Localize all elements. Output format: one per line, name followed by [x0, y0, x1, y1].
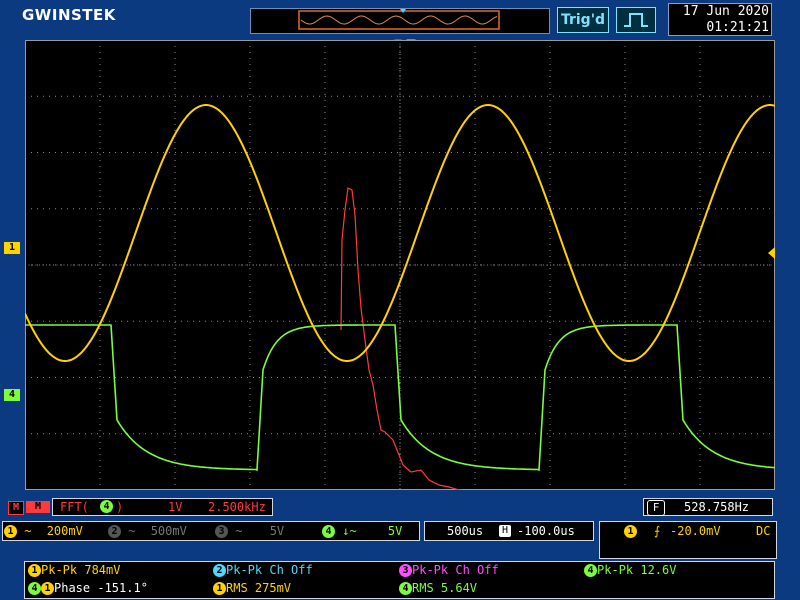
fft-scale: 1V: [168, 500, 183, 514]
graticule: [25, 40, 775, 490]
ch3-badge: 3: [215, 525, 228, 538]
ch2-badge: 2: [108, 525, 121, 538]
cursor-frequency-box[interactable]: F 528.758Hz: [643, 498, 773, 516]
fft-close: ): [116, 500, 124, 514]
ch2-scale: 500mV: [150, 524, 187, 538]
timebase-box[interactable]: 500us H -100.0us: [424, 521, 594, 541]
trigger-level: -20.0mV: [670, 524, 721, 538]
ch4-badge: 4: [322, 525, 335, 538]
ch4-coupling: ↓~: [342, 524, 357, 538]
measurement-ch3-pkpk[interactable]: 3 Pk-Pk Ch Off: [399, 563, 499, 577]
ch1-level-marker[interactable]: 1: [4, 242, 20, 254]
fft-source-badge: 4: [100, 500, 113, 513]
fft-span: 2.500kHz: [208, 500, 266, 514]
fft-trace: [340, 187, 463, 490]
ch2-status[interactable]: 2 ~ 500mV: [108, 522, 187, 540]
freq-cursor-badge: F: [647, 500, 665, 516]
math-marker: M: [26, 501, 50, 513]
date-time-display: 17 Jun 2020 01:21:21: [668, 3, 772, 36]
ch3-status[interactable]: 3 ~ 5V: [215, 522, 284, 540]
math-badge: M: [8, 501, 24, 515]
trigger-box[interactable]: 1 ⨍ -20.0mV DC: [599, 521, 777, 559]
cursor-frequency: 528.758Hz: [684, 500, 750, 514]
fft-info-bar[interactable]: M M FFT( 4 ) 1V 2.500kHz: [8, 498, 273, 516]
ch3-scale: 5V: [269, 524, 285, 538]
ch1-badge: 1: [4, 525, 17, 538]
horizontal-position-badge: H: [499, 525, 511, 537]
trigger-status: Trig'd: [557, 7, 609, 33]
trigger-level-marker-icon[interactable]: [767, 247, 776, 259]
overview-waveform: [298, 9, 500, 30]
measurement-ch4-pkpk[interactable]: 4 Pk-Pk 12.6V: [584, 563, 676, 577]
time: 01:21:21: [706, 20, 769, 35]
waveform-display[interactable]: [25, 40, 775, 490]
measurement-phase[interactable]: 4 1 Phase -151.1°: [28, 581, 148, 595]
ch4-status[interactable]: 4 ↓~ 5V: [322, 522, 402, 540]
memory-overview-bar[interactable]: [250, 8, 550, 34]
ch2-coupling: ~: [128, 524, 136, 538]
ch4-scale: 5V: [387, 524, 403, 538]
ch1-scale: 200mV: [46, 524, 83, 538]
measurement-ch1-rms[interactable]: 1 RMS 275mV: [213, 581, 291, 595]
fft-label: FFT(: [60, 500, 89, 514]
ch1-coupling: ~: [24, 524, 32, 538]
pulse-icon: [616, 7, 656, 33]
measurement-ch2-pkpk[interactable]: 2 Pk-Pk Ch Off: [213, 563, 313, 577]
measurement-ch4-rms[interactable]: 4 RMS 5.64V: [399, 581, 477, 595]
ch4-level-marker[interactable]: 4: [4, 389, 20, 401]
trigger-source-badge: 1: [624, 525, 637, 538]
horizontal-position: -100.0us: [517, 524, 575, 538]
timebase-scale: 500us: [447, 524, 484, 538]
measurement-ch1-pkpk[interactable]: 1 Pk-Pk 784mV: [28, 563, 120, 577]
date: 17 Jun 2020: [682, 4, 769, 19]
ch3-coupling: ~: [235, 524, 243, 538]
ch1-status[interactable]: 1 ~ 200mV: [4, 522, 83, 540]
trigger-coupling: DC: [756, 524, 771, 538]
trigger-slope-icon: ⨍: [654, 524, 661, 538]
brand-logo: GWINSTEK: [22, 6, 116, 24]
